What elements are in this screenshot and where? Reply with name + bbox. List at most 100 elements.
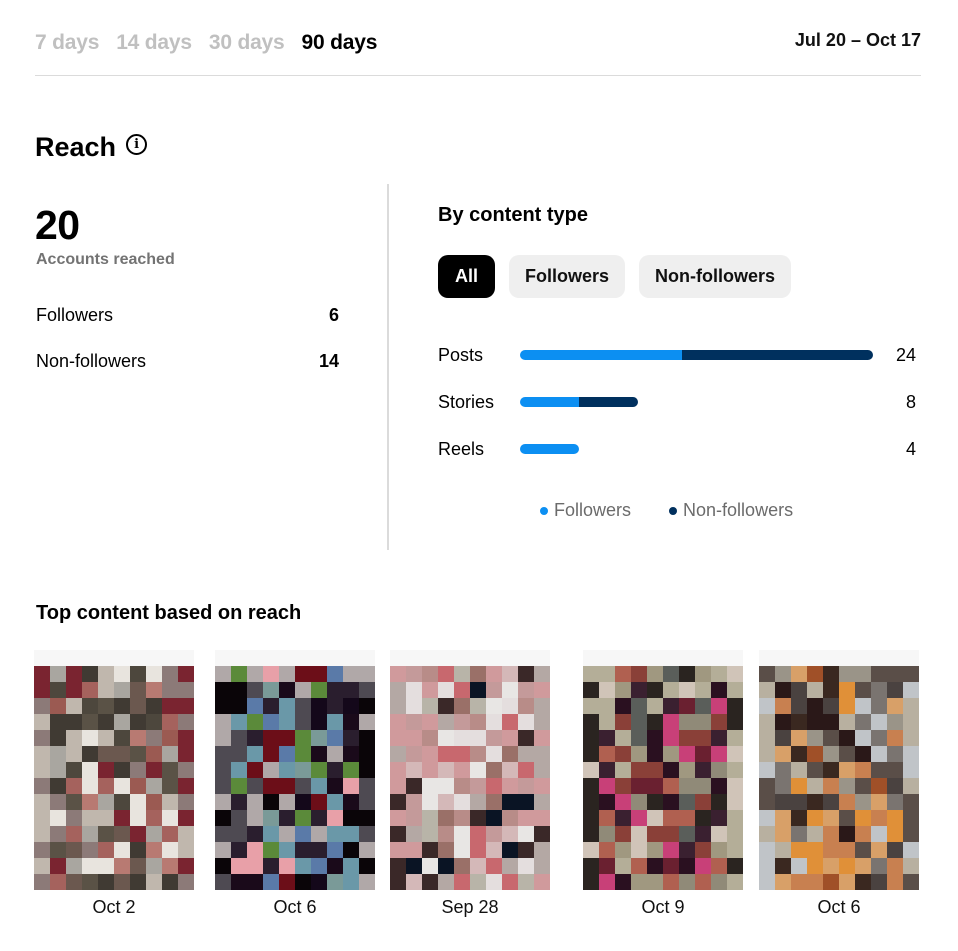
thumbnail-pixel xyxy=(263,858,279,874)
filter-chip-non-followers[interactable]: Non-followers xyxy=(639,255,792,298)
thumbnail-pixel xyxy=(647,842,663,858)
thumbnail-pixel xyxy=(279,826,295,842)
thumbnail-pixel xyxy=(823,698,839,714)
thumbnail-pixel xyxy=(390,842,406,858)
filter-chip-followers[interactable]: Followers xyxy=(509,255,626,298)
thumbnail-pixel xyxy=(130,826,146,842)
thumbnail-pixel xyxy=(295,810,311,826)
range-tab-14-days[interactable]: 14 days xyxy=(116,31,192,55)
thumbnail-pixel xyxy=(647,826,663,842)
thumbnail-pixel xyxy=(599,778,615,794)
thumbnail-pixel xyxy=(215,858,231,874)
thumbnail-pixel xyxy=(263,666,279,682)
bar-value-stories: 8 xyxy=(905,391,916,412)
reach-heading: Reach i xyxy=(35,132,148,163)
thumbnail-pixel xyxy=(647,762,663,778)
thumbnail-pixel xyxy=(903,666,919,682)
thumbnail-pixel xyxy=(791,650,807,666)
range-tab-90-days[interactable]: 90 days xyxy=(302,31,378,55)
thumbnail-pixel xyxy=(359,666,375,682)
range-tab-30-days[interactable]: 30 days xyxy=(209,31,285,55)
thumbnail-pixel xyxy=(390,762,406,778)
bar-row-stories: Stories 8 xyxy=(438,390,916,414)
thumbnail-pixel xyxy=(295,682,311,698)
thumbnail-pixel xyxy=(50,826,66,842)
thumbnail-pixel xyxy=(502,714,518,730)
thumbnail-pixel xyxy=(727,730,743,746)
thumbnail-pixel xyxy=(486,746,502,762)
info-icon[interactable]: i xyxy=(126,134,148,155)
thumbnail-pixel xyxy=(631,810,647,826)
thumbnail-pixel xyxy=(215,826,231,842)
thumbnail-pixel xyxy=(279,650,295,666)
thumbnail-pixel xyxy=(247,826,263,842)
content-thumbnail[interactable] xyxy=(34,650,194,890)
thumbnail-pixel xyxy=(775,714,791,730)
thumbnail-pixel xyxy=(599,682,615,698)
thumbnail-pixel xyxy=(343,810,359,826)
thumbnail-pixel xyxy=(279,698,295,714)
filter-chip-all[interactable]: All xyxy=(438,255,496,298)
thumbnail-pixel xyxy=(855,858,871,874)
thumbnail-pixel xyxy=(162,762,178,778)
thumbnail-pixel xyxy=(178,842,194,858)
thumbnail-pixel xyxy=(679,778,695,794)
thumbnail-pixel xyxy=(311,730,327,746)
content-thumbnail[interactable] xyxy=(759,650,919,890)
thumbnail-pixel xyxy=(34,746,50,762)
bar-reels-followers xyxy=(520,444,579,454)
thumbnail-pixel xyxy=(215,730,231,746)
thumbnail-pixel xyxy=(583,762,599,778)
thumbnail-pixel xyxy=(823,810,839,826)
thumbnail-pixel xyxy=(759,874,775,890)
top-content-item: Oct 9 xyxy=(573,650,753,918)
thumbnail-pixel xyxy=(775,842,791,858)
legend-item-non-followers: Non-followers xyxy=(669,500,793,521)
thumbnail-pixel xyxy=(711,762,727,778)
thumbnail-pixel xyxy=(311,842,327,858)
thumbnail-pixel xyxy=(470,810,486,826)
thumbnail-pixel xyxy=(631,858,647,874)
accounts-reached-label: Accounts reached xyxy=(36,251,175,268)
thumbnail-pixel xyxy=(114,746,130,762)
thumbnail-pixel xyxy=(66,650,82,666)
thumbnail-pixel xyxy=(231,698,247,714)
range-tab-7-days[interactable]: 7 days xyxy=(35,31,99,55)
thumbnail-pixel xyxy=(359,842,375,858)
thumbnail-pixel xyxy=(695,714,711,730)
thumbnail-pixel xyxy=(727,858,743,874)
thumbnail-pixel xyxy=(215,842,231,858)
content-thumbnail[interactable] xyxy=(583,650,743,890)
content-date: Oct 9 xyxy=(641,897,685,917)
thumbnail-pixel xyxy=(406,762,422,778)
thumbnail-pixel xyxy=(486,794,502,810)
thumbnail-pixel xyxy=(470,858,486,874)
thumbnail-pixel xyxy=(66,858,82,874)
thumbnail-pixel xyxy=(518,778,534,794)
thumbnail-pixel xyxy=(215,874,231,890)
content-thumbnail[interactable] xyxy=(390,650,550,890)
thumbnail-pixel xyxy=(534,874,550,890)
thumbnail-pixel xyxy=(711,778,727,794)
thumbnail-pixel xyxy=(178,826,194,842)
thumbnail-pixel xyxy=(839,794,855,810)
thumbnail-pixel xyxy=(162,794,178,810)
thumbnail-pixel xyxy=(631,842,647,858)
thumbnail-pixel xyxy=(759,682,775,698)
thumbnail-pixel xyxy=(615,698,631,714)
thumbnail-pixel xyxy=(695,650,711,666)
thumbnail-pixel xyxy=(406,874,422,890)
thumbnail-pixel xyxy=(887,858,903,874)
thumbnail-pixel xyxy=(178,746,194,762)
thumbnail-pixel xyxy=(438,650,454,666)
thumbnail-pixel xyxy=(711,650,727,666)
content-thumbnail[interactable] xyxy=(215,650,375,890)
thumbnail-pixel xyxy=(679,714,695,730)
thumbnail-pixel xyxy=(50,810,66,826)
thumbnail-pixel xyxy=(178,650,194,666)
thumbnail-pixel xyxy=(311,858,327,874)
thumbnail-pixel xyxy=(647,858,663,874)
thumbnail-pixel xyxy=(775,698,791,714)
thumbnail-pixel xyxy=(647,714,663,730)
thumbnail-pixel xyxy=(390,874,406,890)
